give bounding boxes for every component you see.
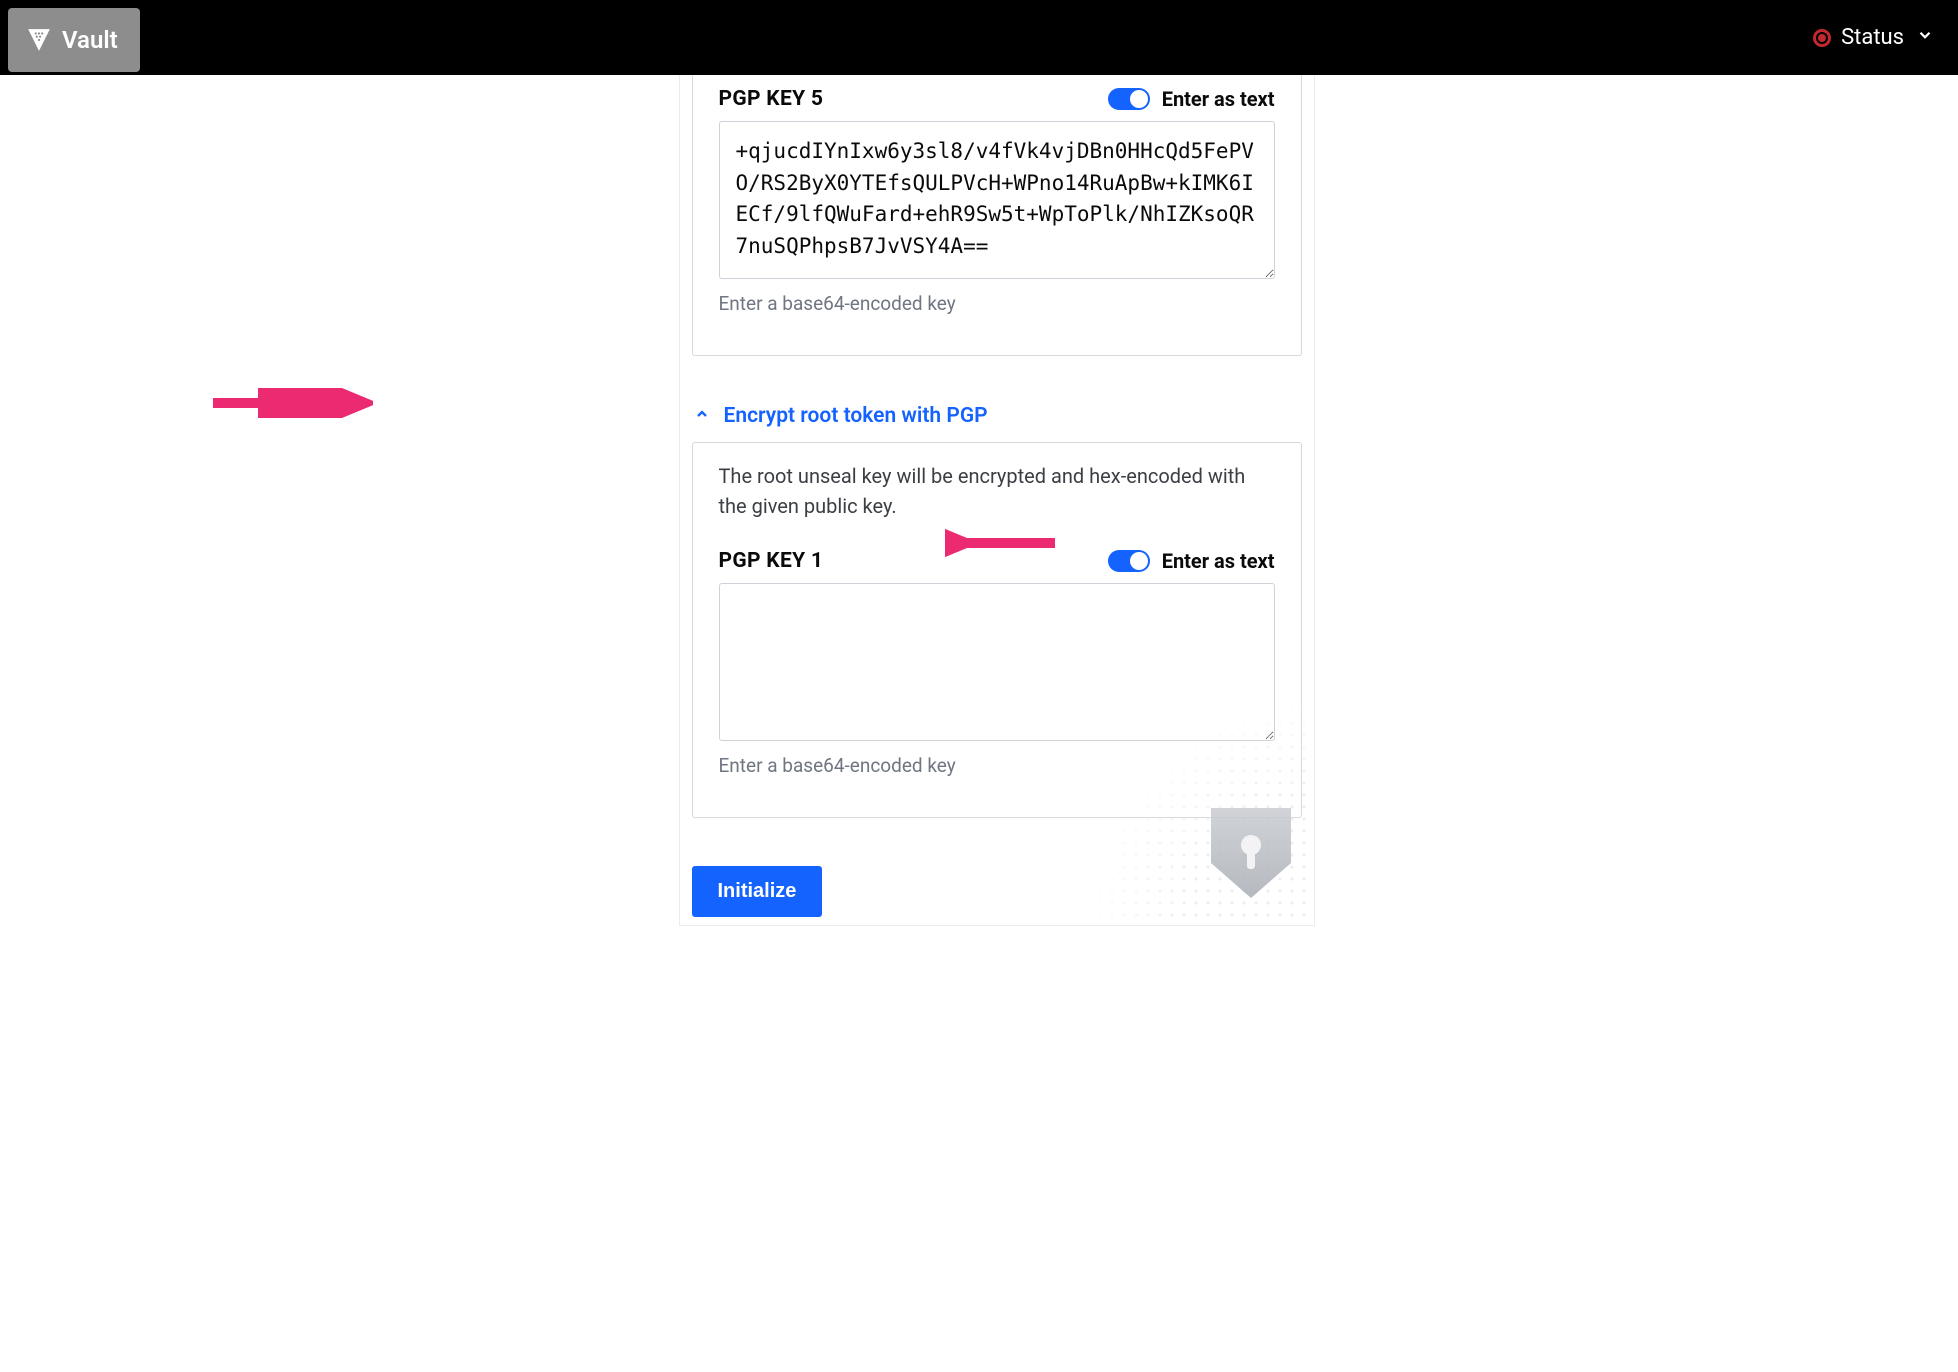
app-header: Vault Status xyxy=(0,0,1958,75)
initialize-button[interactable]: Initialize xyxy=(692,866,823,917)
pgp-key-5-input[interactable] xyxy=(719,121,1275,279)
pgp-key-1-text-toggle[interactable] xyxy=(1108,550,1150,572)
root-token-description: The root unseal key will be encrypted an… xyxy=(719,443,1275,529)
pgp-key-1-label: PGP KEY 1 xyxy=(719,549,824,573)
encrypt-root-token-label: Encrypt root token with PGP xyxy=(724,404,988,428)
pgp-key-1-toggle-label: Enter as text xyxy=(1162,549,1275,573)
status-dropdown[interactable]: Status xyxy=(1811,25,1934,50)
brand-badge[interactable]: Vault xyxy=(8,8,140,72)
encrypt-root-token-disclosure[interactable]: Encrypt root token with PGP xyxy=(694,404,1314,428)
status-label: Status xyxy=(1841,25,1904,50)
vault-logo-icon xyxy=(26,27,52,53)
pgp-key-5-text-toggle[interactable] xyxy=(1108,88,1150,110)
init-form-container: PGP KEY 5 Enter as text Enter a base64-e… xyxy=(679,75,1315,926)
pgp-key-5-toggle-label: Enter as text xyxy=(1162,87,1275,111)
chevron-down-icon xyxy=(1912,25,1934,50)
pgp-key-1-input[interactable] xyxy=(719,583,1275,741)
shield-icon xyxy=(1206,803,1296,903)
pgp-key-5-hint: Enter a base64-encoded key xyxy=(719,292,1275,315)
pgp-key-5-panel: PGP KEY 5 Enter as text Enter a base64-e… xyxy=(692,75,1302,356)
chevron-up-icon xyxy=(694,404,710,428)
pgp-key-1-hint: Enter a base64-encoded key xyxy=(719,754,1275,777)
pgp-key-5-label: PGP KEY 5 xyxy=(719,87,824,111)
status-indicator-icon xyxy=(1811,27,1833,49)
root-token-pgp-panel: The root unseal key will be encrypted an… xyxy=(692,442,1302,818)
brand-label: Vault xyxy=(62,26,118,54)
